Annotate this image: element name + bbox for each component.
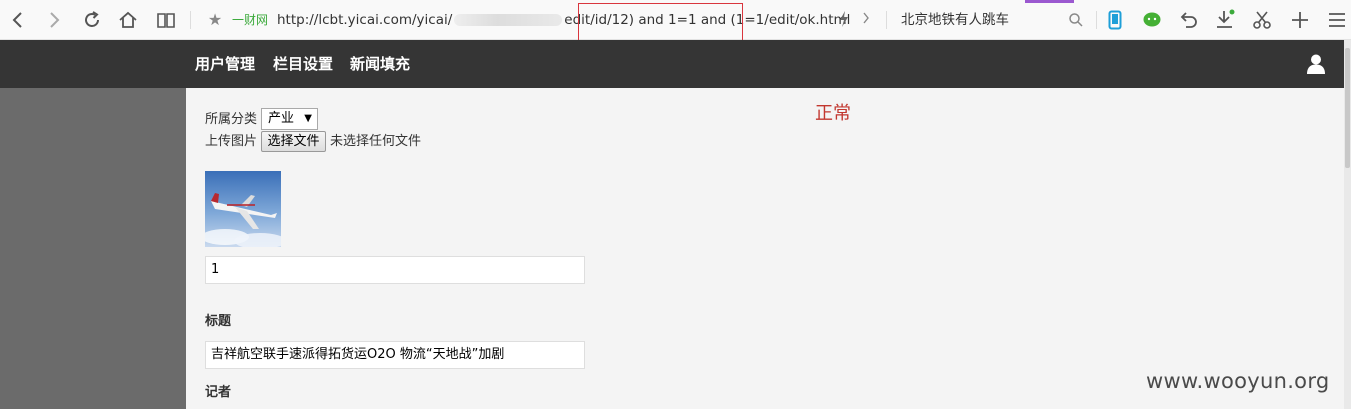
search-text: 北京地铁有人跳车 [901,12,1009,28]
upload-image-label: 上传图片 [205,134,258,149]
no-file-chosen-text: 未选择任何文件 [330,134,422,149]
watermark: www.wooyun.org [1146,369,1330,393]
menu-column-settings[interactable]: 栏目设置 [273,54,333,74]
scissors-icon[interactable] [1251,9,1273,31]
number-input[interactable]: 1 [205,256,585,284]
reload-icon[interactable] [80,8,104,32]
site-label: 一财网 [232,13,269,27]
uploaded-image-thumbnail [205,171,281,247]
menu-news-fill[interactable]: 新闻填充 [350,54,410,74]
search-icon[interactable] [1068,12,1084,28]
home-icon[interactable] [116,8,140,32]
active-tab-indicator [1025,0,1074,3]
sql-injection-highlight-box [578,3,743,41]
title-input[interactable]: 吉祥航空联手速派得拓货运O2O 物流“天地战”加剧 [205,341,585,369]
mobile-icon[interactable] [1104,9,1126,31]
search-field[interactable]: 北京地铁有人跳车 [892,7,1092,33]
user-icon[interactable] [1304,52,1328,76]
lightning-icon[interactable] [838,10,854,30]
menu-icon[interactable] [1326,9,1348,31]
url-prefix: http://lcbt.yicai.com/yicai/ [277,12,453,28]
category-label: 所属分类 [205,112,258,127]
bookmark-star-icon[interactable]: ★ [205,10,225,30]
forward-icon[interactable] [42,8,66,32]
choose-file-button[interactable]: 选择文件 [261,131,326,152]
reporter-label: 记者 [205,385,232,400]
undo-icon[interactable] [1178,9,1200,31]
title-label: 标题 [205,314,232,329]
wechat-icon[interactable] [1141,9,1163,31]
dropdown-arrow-icon: ▼ [304,113,312,124]
category-select[interactable]: 产业 ▼ [261,108,318,130]
reader-mode-icon[interactable] [154,8,178,32]
download-icon[interactable] [1214,9,1236,31]
chevron-right-icon[interactable] [862,10,876,30]
app-header: 用户管理 栏目设置 新闻填充 [0,40,1351,88]
address-bar-url[interactable]: http://lcbt.yicai.com/yicai/edit/id/12) … [277,11,850,29]
category-select-value: 产业 [268,111,295,126]
redacted-url-segment [454,14,563,26]
new-tab-plus-icon[interactable] [1289,9,1311,31]
back-icon[interactable] [6,8,30,32]
scrollbar[interactable] [1344,40,1351,409]
browser-toolbar: ★ 一财网 http://lcbt.yicai.com/yicai/edit/i… [0,0,1351,41]
status-normal-text: 正常 [815,103,851,124]
menu-user-management[interactable]: 用户管理 [195,54,255,74]
left-sidebar-gutter [0,88,186,409]
